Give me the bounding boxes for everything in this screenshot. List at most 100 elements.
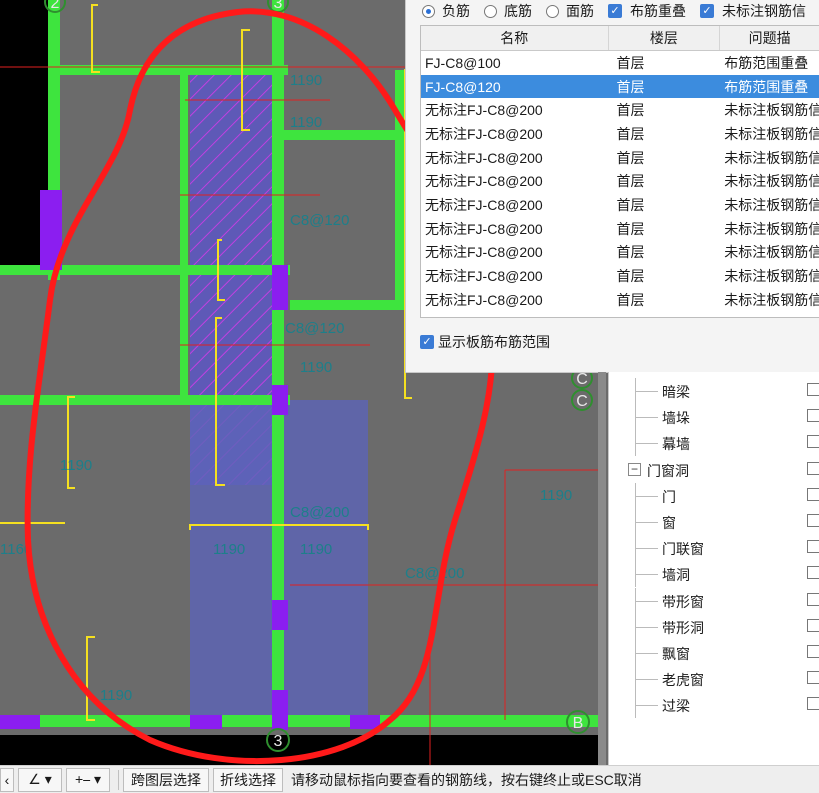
checkbox-overlap[interactable]: ✓ — [608, 4, 622, 18]
tree-item-checkbox[interactable] — [807, 671, 819, 685]
tree-item-label: 带形窗 — [662, 593, 704, 610]
cell-floor: 首层 — [616, 78, 645, 95]
tree-item[interactable]: 老虎窗 — [609, 666, 819, 693]
tree-item-label: 墙洞 — [662, 567, 690, 584]
radio-label: 面筋 — [566, 3, 594, 19]
tree-item[interactable]: 暗梁 — [609, 378, 819, 404]
cell-name: FJ-C8@100 — [425, 54, 501, 71]
table-row[interactable]: 无标注FJ-C8@200 首层 未标注板钢筋信 — [421, 169, 819, 193]
cell-floor: 首层 — [616, 173, 645, 190]
tree-item-checkbox[interactable] — [807, 461, 819, 475]
cell-issue: 未标注板钢筋信 — [724, 102, 819, 119]
table-row[interactable]: FJ-C8@100 首层 布筋范围重叠 — [421, 51, 819, 75]
tree-item-checkbox[interactable] — [807, 566, 819, 580]
tree-item-label: 带形洞 — [662, 619, 704, 636]
tree-line — [636, 574, 658, 576]
angle-snap-icon[interactable]: ∠ ▾ — [18, 767, 62, 792]
rebar-label: 1190 — [540, 487, 572, 504]
tree-item-label: 幕墙 — [662, 436, 690, 453]
column-header-name[interactable]: 名称 — [421, 26, 609, 50]
table-row[interactable]: FJ-C8@120 首层 布筋范围重叠 — [421, 74, 819, 99]
tree-item[interactable]: 窗 — [609, 509, 819, 535]
tree-item[interactable]: 飘窗 — [609, 640, 819, 666]
radio-bottom-rebar[interactable] — [484, 4, 497, 18]
tree-line — [636, 626, 658, 628]
radio-negative-rebar[interactable] — [422, 4, 435, 18]
tree-item[interactable]: 幕墙 — [609, 430, 819, 457]
cell-floor: 首层 — [616, 268, 645, 285]
divider — [118, 769, 119, 790]
tree-scrollbar[interactable] — [598, 372, 606, 765]
table-row[interactable]: 无标注FJ-C8@200 首层 未标注板钢筋信 — [421, 193, 819, 217]
rebar-label: 1190 — [100, 687, 132, 704]
tree-item-checkbox[interactable] — [807, 409, 819, 423]
checkbox-unlabeled[interactable]: ✓ — [700, 4, 714, 18]
tree-line — [636, 653, 658, 654]
rebar-label: 1190 — [60, 457, 92, 474]
tree-line — [636, 548, 658, 550]
tree-item-checkbox[interactable] — [807, 540, 819, 554]
tree-item-label: 暗梁 — [662, 384, 690, 400]
axis-label: B — [573, 715, 584, 732]
tree-item-checkbox[interactable] — [807, 435, 819, 449]
tree-item[interactable]: 墙垛 — [609, 404, 819, 431]
filter-options-row: 负筋 底筋 面筋 ✓ 布筋重叠 ✓ 未标注钢筋信 — [406, 0, 819, 22]
table-header: 名称 楼层 问题描 — [421, 26, 819, 51]
tree-item-checkbox[interactable] — [807, 383, 819, 396]
tree-item[interactable]: 带形洞 — [609, 613, 819, 640]
component-tree: 暗梁墙垛幕墙 − 门窗洞门窗门联窗墙洞带形窗带形洞飘窗 老虎窗 过梁 — [608, 372, 819, 765]
cell-name: 无标注FJ-C8@200 — [425, 220, 543, 237]
table-row[interactable]: 无标注FJ-C8@200 首层 未标注板钢筋信 — [421, 98, 819, 122]
tree-item-checkbox[interactable] — [807, 645, 819, 658]
tree-item-checkbox[interactable] — [807, 487, 819, 501]
collapse-icon[interactable]: − — [628, 462, 641, 476]
tree-item[interactable]: 过梁 — [609, 692, 819, 719]
cell-issue: 未标注板钢筋信 — [724, 173, 819, 190]
table-row[interactable]: 无标注FJ-C8@200 首层 未标注板钢筋信 — [421, 264, 819, 288]
checkbox-label: 未标注钢筋信 — [722, 3, 806, 19]
cell-issue: 布筋范围重叠 — [724, 78, 809, 95]
chevron-left-icon[interactable]: ‹ — [0, 767, 14, 792]
table-row[interactable]: 无标注FJ-C8@200 首层 未标注板钢筋信 — [421, 288, 819, 312]
tree-line — [636, 600, 658, 602]
tree-line — [636, 391, 658, 392]
tree-item[interactable]: 墙洞 — [609, 561, 819, 588]
cell-name: 无标注FJ-C8@200 — [425, 149, 543, 166]
rebar-label: 1160 — [0, 541, 32, 558]
table-row[interactable]: 无标注FJ-C8@200 首层 未标注板钢筋信 — [421, 146, 819, 170]
tree-item[interactable]: 带形窗 — [609, 587, 819, 614]
column-header-floor[interactable]: 楼层 — [609, 26, 721, 50]
show-range-option[interactable]: ✓ 显示板筋布筋范围 — [420, 332, 550, 352]
rebar-label: 1190 — [290, 114, 322, 131]
radio-label: 底筋 — [504, 3, 532, 19]
tree-item-checkbox[interactable] — [807, 592, 819, 606]
tree-item-checkbox[interactable] — [807, 697, 819, 711]
table-row[interactable]: 无标注FJ-C8@200 首层 未标注板钢筋信 — [421, 217, 819, 241]
tree-item[interactable]: − 门窗洞 — [609, 457, 819, 483]
column-header-issue[interactable]: 问题描 — [720, 26, 819, 50]
axis-label: 3 — [274, 0, 283, 12]
cell-name: 无标注FJ-C8@200 — [425, 125, 543, 142]
show-range-label: 显示板筋布筋范围 — [438, 334, 550, 350]
tree-item-label: 窗 — [662, 515, 676, 531]
tree-item-checkbox[interactable] — [807, 618, 819, 632]
cell-name: 无标注FJ-C8@200 — [425, 102, 543, 119]
cell-name: 无标注FJ-C8@200 — [425, 173, 543, 190]
tree-item-label: 门 — [662, 488, 676, 505]
tree-item[interactable]: 门 — [609, 482, 819, 509]
cell-issue: 未标注板钢筋信 — [724, 196, 819, 213]
cell-issue: 未标注板钢筋信 — [724, 125, 819, 142]
ortho-mode-icon[interactable]: +⎯ ▾ — [66, 767, 110, 792]
tree-item-checkbox[interactable] — [807, 514, 819, 527]
polyline-select-button[interactable]: 折线选择 — [213, 767, 283, 792]
table-row[interactable]: 无标注FJ-C8@200 首层 未标注板钢筋信 — [421, 122, 819, 146]
tree-item[interactable]: 门联窗 — [609, 535, 819, 562]
cross-floor-select-button[interactable]: 跨图层选择 — [123, 767, 209, 792]
checkbox-show-range[interactable]: ✓ — [420, 335, 434, 349]
radio-label: 负筋 — [442, 3, 470, 19]
axis-label: 2 — [51, 0, 60, 12]
cell-name: 无标注FJ-C8@200 — [425, 244, 543, 261]
radio-top-rebar[interactable] — [546, 4, 559, 18]
rebar-label: 1190 — [300, 541, 332, 558]
table-row[interactable]: 无标注FJ-C8@200 首层 未标注板钢筋信 — [421, 241, 819, 265]
